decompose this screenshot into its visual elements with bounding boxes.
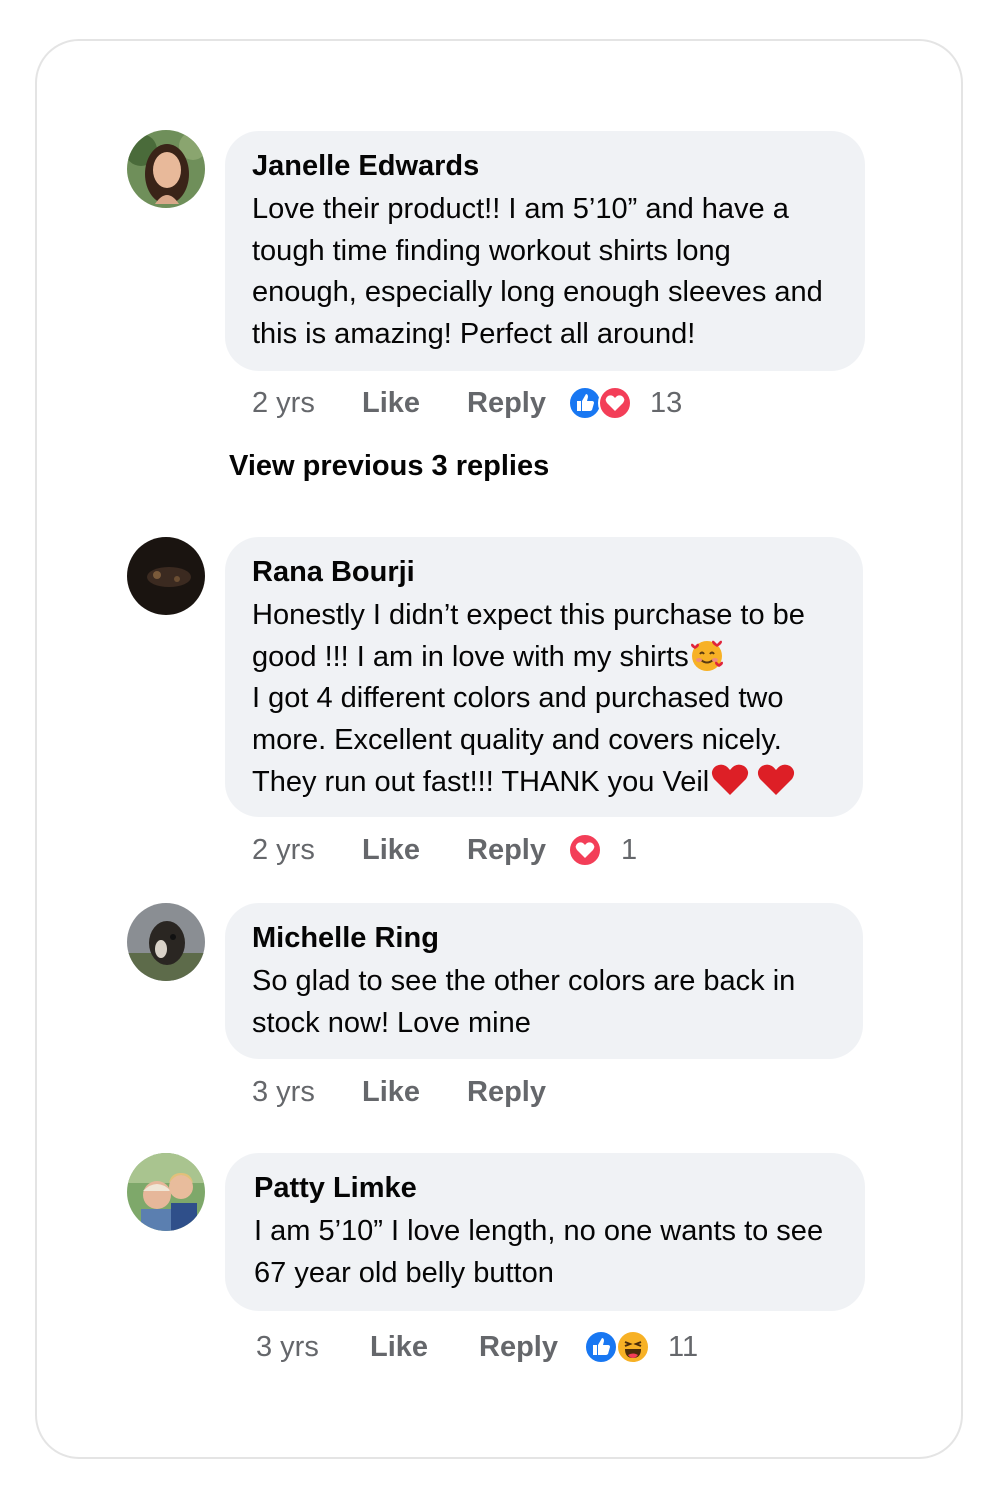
like-button[interactable]: Like: [362, 383, 420, 423]
like-icon[interactable]: [568, 386, 602, 420]
reply-button[interactable]: Reply: [479, 1327, 558, 1367]
comment-author[interactable]: Janelle Edwards: [252, 149, 839, 183]
comment-actions: 3 yrs Like Reply 11: [256, 1327, 756, 1367]
love-icon[interactable]: [568, 833, 602, 867]
comment-text: I am 5’10” I love length, no one wants t…: [254, 1215, 824, 1289]
reaction-count[interactable]: 1: [621, 830, 637, 870]
comment-actions: 3 yrs Like Reply: [252, 1072, 752, 1112]
comment-time[interactable]: 3 yrs: [252, 1072, 315, 1112]
view-previous-replies-link[interactable]: View previous 3 replies: [229, 450, 549, 483]
reply-button[interactable]: Reply: [467, 830, 546, 870]
haha-icon[interactable]: [616, 1330, 650, 1364]
comment-actions: 2 yrs Like Reply 1: [252, 830, 752, 870]
avatar[interactable]: [127, 537, 205, 615]
comment-time[interactable]: 2 yrs: [252, 383, 315, 423]
avatar[interactable]: [127, 903, 205, 981]
comment-bubble: Patty Limke I am 5’10” I love length, no…: [225, 1153, 865, 1311]
comment-time[interactable]: 3 yrs: [256, 1327, 319, 1367]
like-button[interactable]: Like: [362, 1072, 420, 1112]
comment-bubble: Janelle Edwards Love their product!! I a…: [225, 131, 865, 371]
love-icon[interactable]: [598, 386, 632, 420]
red-heart-emoji: [712, 764, 749, 795]
reaction-count[interactable]: 13: [650, 383, 682, 423]
comment-author[interactable]: Rana Bourji: [252, 555, 837, 589]
comment-author[interactable]: Patty Limke: [254, 1171, 839, 1205]
avatar[interactable]: [127, 1153, 205, 1231]
reaction-count[interactable]: 11: [668, 1327, 698, 1367]
comment-bubble: Rana Bourji Honestly I didn’t expect thi…: [225, 537, 863, 817]
comment-bubble: Michelle Ring So glad to see the other c…: [225, 903, 863, 1059]
comment-actions: 2 yrs Like Reply 13: [252, 383, 752, 423]
comment-time[interactable]: 2 yrs: [252, 830, 315, 870]
comment-text: So glad to see the other colors are back…: [252, 965, 796, 1039]
reply-button[interactable]: Reply: [467, 383, 546, 423]
comment-text-part: I got 4 different colors and purchased t…: [252, 682, 784, 798]
comment-text: Honestly I didn’t expect this purchase t…: [252, 595, 837, 804]
comment-author[interactable]: Michelle Ring: [252, 921, 837, 955]
reply-button[interactable]: Reply: [467, 1072, 546, 1112]
avatar[interactable]: [127, 130, 205, 208]
red-heart-emoji: [758, 764, 795, 795]
smiling-face-with-hearts-emoji: [690, 640, 723, 671]
comment-text: Love their product!! I am 5’10” and have…: [252, 193, 823, 350]
like-button[interactable]: Like: [362, 830, 420, 870]
like-button[interactable]: Like: [370, 1327, 428, 1367]
like-icon[interactable]: [584, 1330, 618, 1364]
